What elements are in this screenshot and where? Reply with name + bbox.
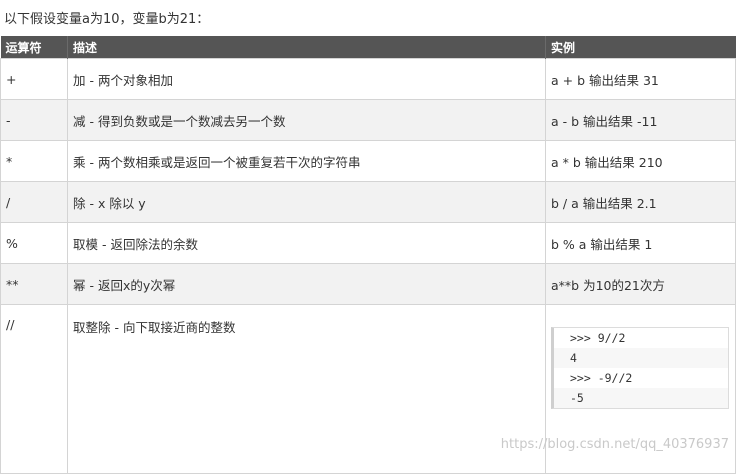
watermark-text: https://blog.csdn.net/qq_40376937: [500, 437, 729, 452]
example-cell: a**b 为10的21次方: [545, 263, 736, 305]
header-example: 实例: [545, 36, 736, 59]
operator-cell: -: [0, 99, 68, 141]
description-cell: 加 - 两个对象相加: [67, 58, 546, 100]
description-cell: 取模 - 返回除法的余数: [67, 222, 546, 264]
header-description: 描述: [67, 36, 546, 59]
description-cell: 乘 - 两个数相乘或是返回一个被重复若干次的字符串: [67, 140, 546, 182]
operator-cell: %: [0, 222, 68, 264]
operator-cell: +: [0, 58, 68, 100]
example-cell: a * b 输出结果 210: [545, 140, 736, 182]
table-row: + 加 - 两个对象相加 a + b 输出结果 31: [0, 58, 736, 100]
example-cell: a + b 输出结果 31: [545, 58, 736, 100]
code-line: >>> -9//2: [554, 368, 728, 388]
code-block: >>> 9//2 4 >>> -9//2 -5: [551, 327, 729, 409]
example-cell: b % a 输出结果 1: [545, 222, 736, 264]
table-row: * 乘 - 两个数相乘或是返回一个被重复若干次的字符串 a * b 输出结果 2…: [0, 140, 736, 182]
code-line: 4: [554, 348, 728, 368]
example-cell: a - b 输出结果 -11: [545, 99, 736, 141]
header-operator: 运算符: [0, 36, 68, 59]
description-cell: 幂 - 返回x的y次幂: [67, 263, 546, 305]
operator-cell: **: [0, 263, 68, 305]
table-row: ** 幂 - 返回x的y次幂 a**b 为10的21次方: [0, 263, 736, 305]
intro-text: 以下假设变量a为10，变量b为21：: [4, 12, 210, 27]
table-header-row: 运算符 描述 实例: [0, 36, 736, 59]
description-cell: 取整除 - 向下取接近商的整数: [67, 304, 546, 474]
operator-table: 运算符 描述 实例 + 加 - 两个对象相加 a + b 输出结果 31 - 减…: [0, 36, 736, 474]
description-cell: 除 - x 除以 y: [67, 181, 546, 223]
table-row: % 取模 - 返回除法的余数 b % a 输出结果 1: [0, 222, 736, 264]
code-line: -5: [554, 388, 728, 408]
operator-cell: //: [0, 304, 68, 474]
table-row: / 除 - x 除以 y b / a 输出结果 2.1: [0, 181, 736, 223]
operator-cell: /: [0, 181, 68, 223]
operator-cell: *: [0, 140, 68, 182]
example-cell: b / a 输出结果 2.1: [545, 181, 736, 223]
table-row: - 减 - 得到负数或是一个数减去另一个数 a - b 输出结果 -11: [0, 99, 736, 141]
code-line: >>> 9//2: [554, 328, 728, 348]
description-cell: 减 - 得到负数或是一个数减去另一个数: [67, 99, 546, 141]
